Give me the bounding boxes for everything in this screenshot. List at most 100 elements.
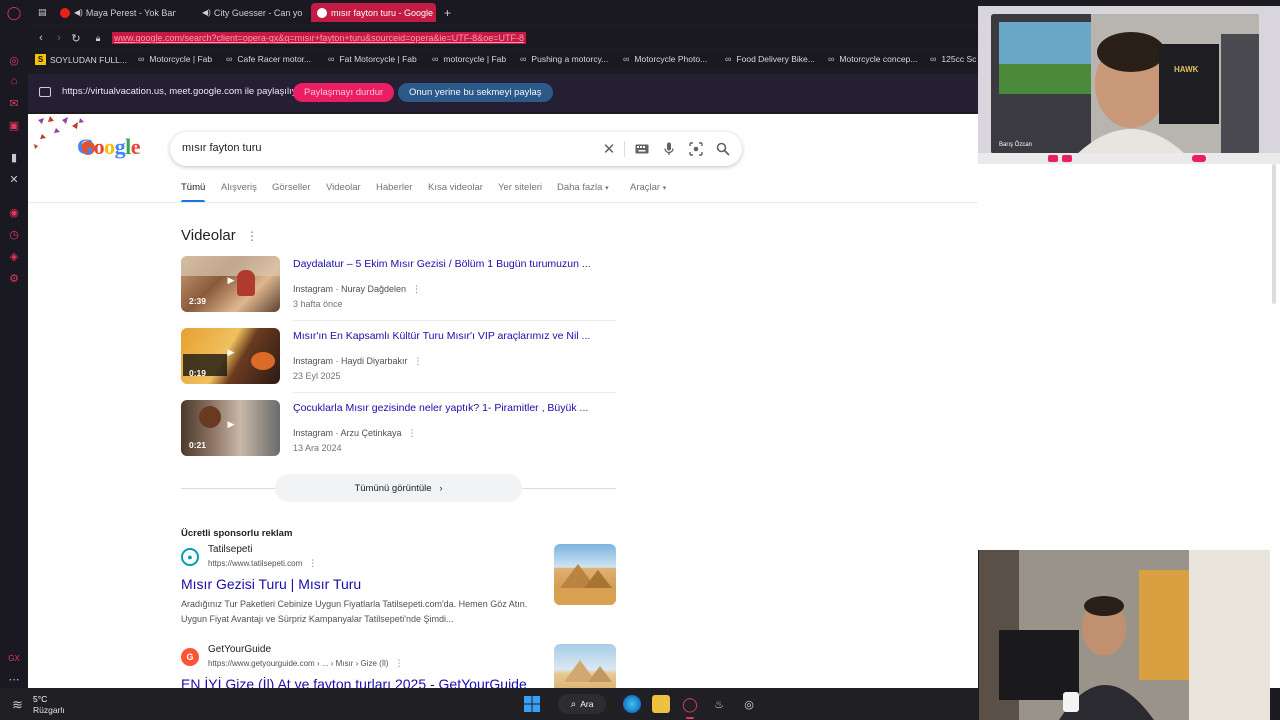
more-icon[interactable]: ⋯ <box>7 672 21 686</box>
bookmark-item[interactable]: ∞ Motorcycle | Fab <box>138 54 212 64</box>
video-thumbnail[interactable]: ▶ 0:19 <box>181 328 280 384</box>
video-result[interactable]: ▶ 2:39 Daydalatur – 5 Ekim Mısır Gezisi … <box>181 256 616 316</box>
twitch-icon[interactable]: ▮ <box>7 150 21 164</box>
opera-sidebar: ◯ ◎ ⌂ ✉ ▣ ▮ ✕ ◉ ◷ ◈ ⚙ GX ⋯ <box>0 0 28 688</box>
meet-controls-bar <box>978 153 1280 164</box>
bookmark-item[interactable]: ∞ Motorcycle Photo... <box>623 54 707 64</box>
lens-icon[interactable] <box>687 140 705 158</box>
share-this-tab-button[interactable]: Onun yerine bu sekmeyi paylaş <box>398 83 553 102</box>
back-icon[interactable]: ‹ <box>34 30 48 46</box>
video-title[interactable]: Mısır'ın En Kapsamlı Kültür Turu Mısır'ı… <box>293 330 590 342</box>
tab-city-guesser[interactable]: ◀) City Guesser - Can yo <box>182 3 306 22</box>
messenger-icon[interactable]: ✉ <box>7 96 21 110</box>
bookmark-item[interactable]: ∞ Cafe Racer motor... <box>226 54 311 64</box>
page-right-edge <box>1270 550 1280 688</box>
clear-icon[interactable]: ✕ <box>600 140 618 158</box>
ad-title[interactable]: EN İYİ Gize (İl) At ve fayton turları 20… <box>181 676 527 688</box>
video-title[interactable]: Çocuklarla Mısır gezisinde neler yaptık?… <box>293 402 588 414</box>
tab-all[interactable]: Tümü <box>181 182 205 193</box>
file-explorer-icon[interactable] <box>652 695 670 713</box>
bookmark-item[interactable]: ∞ Motorcycle concep... <box>828 54 917 64</box>
opera-gx-icon[interactable]: ◯ <box>681 695 699 713</box>
end-call-icon[interactable] <box>1192 155 1206 162</box>
new-tab-button[interactable]: + <box>438 3 456 22</box>
tab-tools[interactable]: Araçlar ▾ <box>630 182 666 193</box>
bookmark-item[interactable]: ∞ 125cc Sc <box>930 54 976 64</box>
ad-image[interactable] <box>554 544 616 605</box>
video-thumbnail[interactable]: ▶ 0:21 <box>181 400 280 456</box>
ad-advertiser[interactable]: Tatilsepeti <box>208 544 252 555</box>
search-icon[interactable] <box>714 140 732 158</box>
tab-more[interactable]: Daha fazla ▾ <box>557 182 609 193</box>
ad-title[interactable]: Mısır Gezisi Turu | Mısır Turu <box>181 576 361 592</box>
video-result[interactable]: ▶ 0:19 Mısır'ın En Kapsamlı Kültür Turu … <box>181 328 616 388</box>
extensions-icon[interactable]: ◈ <box>7 249 21 263</box>
tab-short-videos[interactable]: Kısa videolar <box>428 182 483 193</box>
ad-advertiser[interactable]: GetYourGuide <box>208 644 271 655</box>
steam-icon[interactable]: ♨ <box>710 695 728 713</box>
meet-control-icon[interactable] <box>1062 155 1072 162</box>
tab-google-search[interactable]: mısır fayton turu - Google <box>311 3 436 22</box>
bookmark-item[interactable]: ∞ motorcycle | Fab <box>432 54 506 64</box>
x-icon[interactable]: ✕ <box>7 172 21 186</box>
windows-start-icon[interactable] <box>523 695 541 713</box>
microphone-icon[interactable] <box>660 140 678 158</box>
tab-videos[interactable]: Videolar <box>326 182 361 193</box>
tab-images[interactable]: Görseller <box>272 182 311 193</box>
gx-control-icon[interactable]: ◎ <box>7 53 21 67</box>
dropdown-icon: ▾ <box>662 185 667 192</box>
app-icon[interactable]: ◎ <box>740 695 758 713</box>
bookmark-item[interactable]: S SOYLUDAN FULL... <box>35 54 127 65</box>
gx-corner-icon[interactable]: GX <box>7 651 21 665</box>
stop-sharing-button[interactable]: Paylaşmayı durdur <box>293 83 395 102</box>
tab-web[interactable]: Yer siteleri <box>498 182 542 193</box>
news-icon[interactable]: ▣ <box>7 118 21 132</box>
show-all-videos-button[interactable]: Tümünü görüntüle › <box>275 474 522 502</box>
player-icon[interactable]: ◉ <box>7 205 21 219</box>
video-result[interactable]: ▶ 0:21 Çocuklarla Mısır gezisinde neler … <box>181 400 616 460</box>
more-options-icon[interactable]: ⋮ <box>408 428 417 438</box>
settings-icon[interactable]: ⚙ <box>7 271 21 285</box>
video-thumbnail[interactable]: ▶ 2:39 <box>181 256 280 312</box>
taskbar-search-label: Ara <box>580 699 594 709</box>
lock-icon[interactable]: 🔒︎ <box>91 30 105 46</box>
url-field[interactable]: www.google.com/search?client=opera-gx&q=… <box>112 32 526 44</box>
opera-logo-icon[interactable]: ◯ <box>7 5 22 20</box>
video-title[interactable]: Daydalatur – 5 Ekim Mısır Gezisi / Bölüm… <box>293 258 591 270</box>
search-input[interactable]: mısır fayton turu <box>182 142 261 154</box>
weather-description: Rüzgarlı <box>33 705 65 715</box>
reload-icon[interactable]: ↻ <box>69 30 83 46</box>
globe-icon <box>188 8 198 18</box>
taskbar: ≋ 5°C Rüzgarlı ⌕ Ara ◯ ♨ ◎ <box>0 688 979 720</box>
taskbar-search[interactable]: ⌕ Ara <box>558 694 606 714</box>
bookmark-item[interactable]: ∞ Pushing a motorcy... <box>520 54 608 64</box>
link-icon: ∞ <box>725 54 732 64</box>
bookmark-item[interactable]: ∞ Fat Motorcycle | Fab <box>328 54 417 64</box>
ad-image[interactable] <box>554 644 616 688</box>
tab-shopping[interactable]: Alışveriş <box>221 182 257 193</box>
weather-wind-icon[interactable]: ≋ <box>12 697 23 713</box>
bookmark-label: Motorcycle concep... <box>839 54 918 64</box>
more-options-icon[interactable]: ⋮ <box>395 658 404 668</box>
tab-label: Maya Perest - Yok Ban <box>85 7 176 18</box>
ad-description: Aradığınız Tur Paketleri Cebinize Uygun … <box>181 597 546 627</box>
google-doodle-logo[interactable]: Google <box>32 114 142 164</box>
tab-news[interactable]: Haberler <box>376 182 412 193</box>
keyboard-icon[interactable] <box>633 140 651 158</box>
edge-icon[interactable] <box>623 695 641 713</box>
bookmark-item[interactable]: ∞ Food Delivery Bike... <box>725 54 815 64</box>
tab-overview-icon[interactable]: ▤ <box>32 3 50 22</box>
more-options-icon[interactable]: ⋮ <box>412 284 421 294</box>
play-icon: ▶ <box>227 274 235 285</box>
forward-icon[interactable]: › <box>52 30 66 46</box>
meet-control-icon[interactable] <box>1048 155 1058 162</box>
more-options-icon[interactable]: ⋮ <box>246 229 258 243</box>
more-options-icon[interactable]: ⋮ <box>308 558 317 568</box>
more-options-icon[interactable]: ⋮ <box>414 356 423 366</box>
tab-maya-perest[interactable]: ◀) Maya Perest - Yok Ban <box>54 3 176 22</box>
bookmark-label: Fat Motorcycle | Fab <box>339 54 417 64</box>
scrollbar-thumb[interactable] <box>1272 164 1276 304</box>
history-icon[interactable]: ◷ <box>7 227 21 241</box>
search-box[interactable]: mısır fayton turu ✕ <box>170 132 742 166</box>
shop-icon[interactable]: ⌂ <box>7 74 21 88</box>
